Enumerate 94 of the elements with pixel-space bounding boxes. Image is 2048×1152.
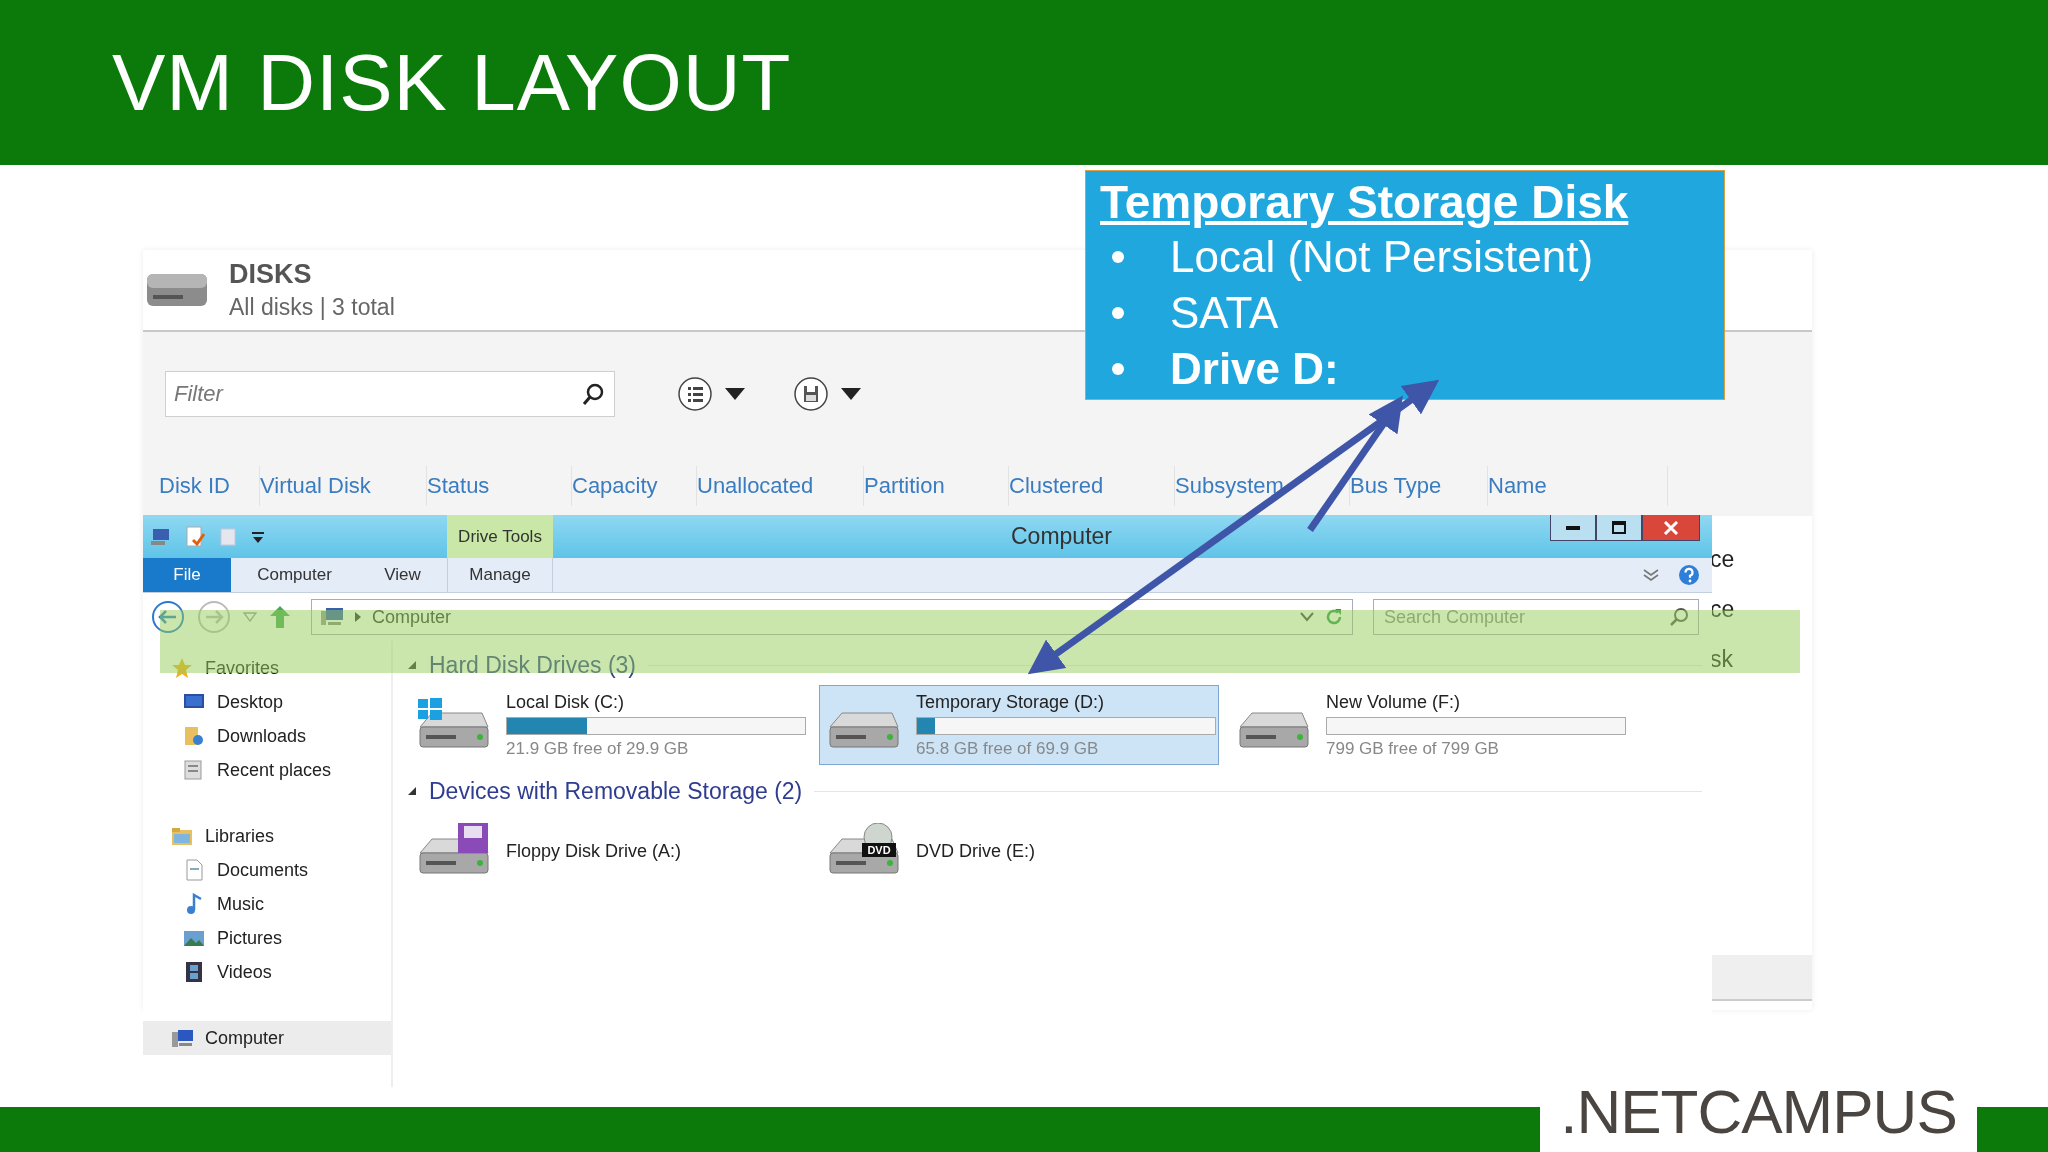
nav-item[interactable]: Pictures	[143, 921, 391, 955]
document-icon	[183, 859, 205, 881]
slide-title: VM DISK LAYOUT	[112, 36, 792, 129]
drive-tile[interactable]: Floppy Disk Drive (A:)	[409, 811, 809, 891]
nav-label: Documents	[217, 859, 309, 881]
ribbon-tab[interactable]: Manage	[447, 558, 553, 593]
caret-icon	[725, 388, 745, 400]
nav-item[interactable]: Documents	[143, 853, 391, 887]
column-header[interactable]: Disk ID	[159, 466, 260, 506]
nav-label: Videos	[217, 961, 272, 983]
drive-tile[interactable]: Temporary Storage (D:) 65.8 GB free of 69.9 GB	[819, 685, 1219, 765]
close-button[interactable]	[1642, 515, 1700, 541]
computer-icon[interactable]	[151, 527, 171, 546]
free-space-text: 799 GB free of 799 GB	[1326, 738, 1500, 759]
drive-tile[interactable]: Local Disk (C:) 21.9 GB free of 29.9 GB	[409, 685, 809, 765]
column-header[interactable]: Subsystem	[1175, 466, 1350, 506]
column-header[interactable]: Capacity	[572, 466, 697, 506]
back-icon[interactable]	[151, 600, 185, 635]
bullet-icon	[1112, 307, 1124, 319]
group-heading: Devices with Removable Storage (2)	[429, 777, 803, 805]
computer-icon	[320, 607, 344, 628]
nav-item[interactable]: Downloads	[143, 719, 391, 753]
search-icon[interactable]	[581, 382, 605, 406]
column-header[interactable]: Partition	[864, 466, 1009, 506]
drive-name: DVD Drive (E:)	[916, 840, 1035, 862]
minimize-button[interactable]	[1550, 515, 1596, 541]
file-tab[interactable]: File	[143, 558, 231, 593]
nav-label: Downloads	[217, 725, 307, 747]
properties-icon[interactable]	[185, 525, 205, 548]
save-icon	[793, 376, 829, 412]
logo: .NETCAMPUS	[1559, 1075, 1958, 1148]
filter-field[interactable]: Filter	[165, 371, 615, 417]
callout-title: Temporary Storage Disk	[1100, 175, 1630, 229]
column-header[interactable]: Clustered	[1009, 466, 1175, 506]
drive-name: Temporary Storage (D:)	[916, 691, 1106, 713]
nav-item[interactable]: Libraries	[143, 819, 391, 853]
chevron-down-icon[interactable]	[1642, 568, 1660, 583]
help-icon[interactable]	[1678, 564, 1700, 587]
caret-icon	[841, 388, 861, 400]
nav-label: Recent places	[217, 759, 332, 781]
column-header[interactable]: Bus Type	[1350, 466, 1488, 506]
bullet-text: SATA	[1170, 288, 1279, 338]
drive-name: Floppy Disk Drive (A:)	[506, 840, 682, 862]
table-cell-text: sk	[1710, 646, 1734, 674]
drive-name: Local Disk (C:)	[506, 691, 626, 713]
footer-bar	[1977, 1107, 2048, 1152]
drive-tile[interactable]: New Volume (F:) 799 GB free of 799 GB	[1229, 685, 1629, 765]
chevron-right-icon	[354, 611, 362, 624]
nav-label: Pictures	[217, 927, 283, 949]
bullet-text: Drive D:	[1170, 344, 1339, 394]
section-title: DISKS	[229, 259, 313, 290]
nav-label: Music	[217, 893, 264, 915]
nav-label: Libraries	[205, 825, 275, 847]
bullet-icon	[1112, 363, 1124, 375]
up-arrow-icon[interactable]	[269, 605, 291, 630]
column-header[interactable]: Name	[1488, 466, 1668, 506]
collapse-icon[interactable]	[407, 786, 417, 796]
column-header[interactable]: Status	[427, 466, 572, 506]
close-icon	[1663, 520, 1679, 535]
ribbon-tab[interactable]: View	[358, 558, 447, 593]
maximize-icon	[1611, 520, 1627, 535]
nav-label: Computer	[205, 1027, 285, 1049]
free-space-text: 21.9 GB free of 29.9 GB	[506, 738, 690, 759]
address-text: Computer	[372, 606, 452, 628]
column-header[interactable]: Unallocated	[697, 466, 864, 506]
film-icon	[183, 961, 205, 983]
computer-icon	[171, 1027, 193, 1049]
nav-item[interactable]: Computer	[143, 1021, 391, 1055]
dropdown-icon[interactable]	[251, 529, 265, 544]
nav-item[interactable]: Favorites	[143, 651, 391, 685]
nav-item[interactable]: Music	[143, 887, 391, 921]
ribbon-tab[interactable]: Computer	[231, 558, 358, 593]
bullet-text: Local (Not Persistent)	[1170, 232, 1594, 282]
nav-label: Favorites	[205, 657, 280, 679]
group-heading: Hard Disk Drives (3)	[429, 651, 637, 679]
search-field[interactable]: Search Computer	[1373, 599, 1699, 636]
nav-item[interactable]: Recent places	[143, 753, 391, 787]
nav-label: Desktop	[217, 691, 284, 713]
star-icon	[171, 657, 193, 679]
drive-name: New Volume (F:)	[1326, 691, 1462, 713]
bullet-icon	[1112, 251, 1124, 263]
section-subtitle: All disks | 3 total	[229, 294, 395, 321]
nav-item[interactable]: Desktop	[143, 685, 391, 719]
free-space-text: 65.8 GB free of 69.9 GB	[916, 738, 1100, 759]
column-header[interactable]: Virtual Disk	[260, 466, 427, 506]
context-tab-label: Drive Tools	[447, 515, 553, 558]
list-icon	[677, 376, 713, 412]
maximize-button[interactable]	[1596, 515, 1642, 541]
search-icon	[1669, 607, 1689, 628]
drive-tile[interactable]: DVD DVD Drive (E:)	[819, 811, 1219, 891]
recent-places-icon	[183, 759, 205, 781]
window-title: Computer	[1011, 523, 1112, 550]
minimize-icon	[1566, 525, 1580, 530]
nav-item[interactable]: Videos	[143, 955, 391, 989]
